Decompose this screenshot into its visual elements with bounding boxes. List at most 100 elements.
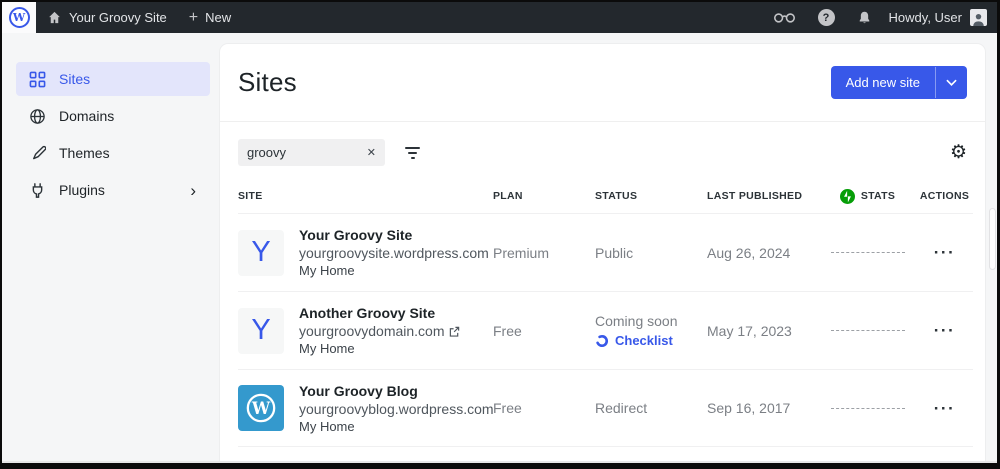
progress-ring-icon — [595, 334, 609, 347]
table-row[interactable]: Y Your Groovy Site yourgroovysite.wordpr… — [238, 213, 973, 291]
stats-sparkline — [830, 330, 905, 331]
site-title[interactable]: Your Groovy Blog — [299, 383, 493, 399]
filter-icon[interactable] — [401, 143, 424, 163]
page-header: Sites Add new site — [220, 44, 985, 122]
status-label: Coming soon — [595, 313, 678, 329]
help-icon: ? — [817, 9, 835, 26]
last-published-cell: May 17, 2023 — [707, 322, 792, 339]
sidebar-item-domains[interactable]: Domains — [16, 99, 210, 133]
admin-bar-site-name-label: Your Groovy Site — [69, 10, 167, 25]
plan-cell: Free — [493, 322, 522, 339]
table-row[interactable]: W Your Groovy Blog yourgroovyblog.wordpr… — [238, 369, 973, 447]
stats-sparkline — [830, 407, 905, 409]
column-header-plan[interactable]: PLAN — [493, 190, 595, 202]
account-menu[interactable]: Howdy, User — [883, 9, 997, 26]
row-actions-menu-icon[interactable]: ··· — [916, 400, 973, 417]
jetpack-icon — [839, 188, 855, 204]
filter-bar: ✕ ⚙ — [220, 122, 985, 179]
row-actions-menu-icon[interactable]: ··· — [916, 322, 973, 339]
wordpress-logo-letter: W — [12, 11, 26, 24]
search-input[interactable] — [247, 145, 361, 160]
reader-glasses-icon — [773, 13, 795, 23]
sidebar-item-sites[interactable]: Sites — [16, 62, 210, 96]
site-cell: Y Your Groovy Site yourgroovysite.wordpr… — [238, 227, 493, 278]
site-favicon[interactable]: Y — [238, 307, 284, 354]
scrollbar-thumb[interactable] — [989, 208, 996, 270]
sidebar-item-label: Sites — [59, 71, 91, 87]
user-avatar — [970, 9, 987, 26]
sites-panel: Sites Add new site ✕ — [220, 44, 985, 461]
page-title: Sites — [238, 67, 297, 97]
my-home-link[interactable]: My Home — [299, 419, 493, 434]
plus-icon: + — [188, 8, 199, 26]
page-body: Sites Domains Themes Plugins › Sites Add… — [2, 33, 997, 461]
site-cell: W Your Groovy Blog yourgroovyblog.wordpr… — [238, 383, 494, 434]
settings-gear-icon[interactable]: ⚙ — [950, 143, 967, 162]
site-favicon-wordpress[interactable]: W — [238, 385, 284, 431]
clear-search-icon[interactable]: ✕ — [361, 146, 376, 159]
sidebar-item-label: Plugins — [59, 182, 105, 198]
chevron-right-icon: › — [190, 180, 196, 200]
status-cell: Coming soon Checklist — [595, 313, 707, 348]
admin-bar-right: ? Howdy, User — [762, 2, 997, 33]
stats-sparkline — [830, 252, 905, 253]
column-header-status[interactable]: STATUS — [595, 190, 707, 202]
reader-button[interactable] — [762, 2, 807, 33]
last-published-cell: Aug 26, 2024 — [707, 244, 791, 261]
table-row[interactable]: Y Another Groovy Site yourgroovydomain.c… — [238, 291, 973, 369]
add-new-site-button[interactable]: Add new site — [831, 66, 935, 99]
site-favicon[interactable]: Y — [238, 229, 284, 276]
stats-cell[interactable] — [819, 407, 916, 409]
help-button[interactable]: ? — [807, 2, 846, 33]
wordpress-logo-icon: W — [8, 7, 30, 28]
sidebar-item-themes[interactable]: Themes — [16, 136, 210, 170]
site-title[interactable]: Your Groovy Site — [299, 227, 493, 243]
admin-bar-site-name[interactable]: Your Groovy Site — [36, 2, 178, 33]
row-actions-menu-icon[interactable]: ··· — [916, 244, 973, 261]
sidebar-item-label: Themes — [59, 145, 110, 161]
sites-grid-icon — [28, 70, 46, 88]
table-header-row: SITE PLAN STATUS LAST PUBLISHED STATS AC… — [238, 179, 973, 213]
browser-window: W Your Groovy Site + New ? Howdy, User S… — [0, 0, 1000, 469]
site-url-link[interactable]: yourgroovyblog.wordpress.com — [299, 401, 494, 417]
plugin-icon — [28, 181, 46, 199]
sidebar: Sites Domains Themes Plugins › — [10, 44, 220, 461]
external-link-icon — [449, 326, 459, 337]
checklist-link[interactable]: Checklist — [595, 333, 707, 348]
site-url-link[interactable]: yourgroovysite.wordpress.com — [299, 245, 493, 261]
brush-icon — [28, 144, 46, 162]
svg-text:W: W — [251, 399, 271, 418]
column-header-actions: ACTIONS — [919, 190, 970, 202]
add-new-site-dropdown-button[interactable] — [936, 66, 967, 99]
home-icon — [49, 11, 60, 24]
site-cell: Y Another Groovy Site yourgroovydomain.c… — [238, 305, 493, 356]
column-header-last-published[interactable]: LAST PUBLISHED — [707, 190, 819, 202]
wordpress-menu-button[interactable]: W — [2, 2, 36, 33]
admin-bar-new-button[interactable]: + New — [178, 2, 242, 33]
column-header-stats[interactable]: STATS — [819, 188, 916, 204]
site-title[interactable]: Another Groovy Site — [299, 305, 460, 321]
sites-table: SITE PLAN STATUS LAST PUBLISHED STATS AC… — [220, 179, 985, 461]
stats-header-label: STATS — [860, 190, 896, 202]
admin-bar: W Your Groovy Site + New ? Howdy, User — [2, 2, 997, 33]
sidebar-item-label: Domains — [59, 108, 115, 124]
my-home-link[interactable]: My Home — [299, 341, 460, 356]
chevron-down-icon — [946, 79, 957, 86]
stats-cell[interactable] — [819, 330, 916, 331]
search-box[interactable]: ✕ — [238, 139, 385, 166]
notifications-button[interactable] — [846, 2, 883, 33]
site-favicon-letter: Y — [251, 236, 271, 268]
howdy-label: Howdy, User — [888, 10, 962, 25]
sidebar-item-plugins[interactable]: Plugins › — [16, 173, 210, 207]
column-header-site[interactable]: SITE — [238, 190, 493, 202]
my-home-link[interactable]: My Home — [299, 263, 493, 278]
globe-icon — [28, 107, 46, 125]
stats-cell[interactable] — [819, 252, 916, 253]
add-new-site-label: Add new site — [845, 75, 920, 90]
status-cell: Redirect — [595, 400, 648, 416]
admin-bar-new-label: New — [205, 10, 232, 25]
add-new-site-split-button: Add new site — [830, 66, 967, 99]
site-url-link[interactable]: yourgroovydomain.com — [299, 323, 460, 339]
help-question-mark: ? — [822, 11, 830, 24]
plan-cell: Free — [493, 400, 522, 416]
